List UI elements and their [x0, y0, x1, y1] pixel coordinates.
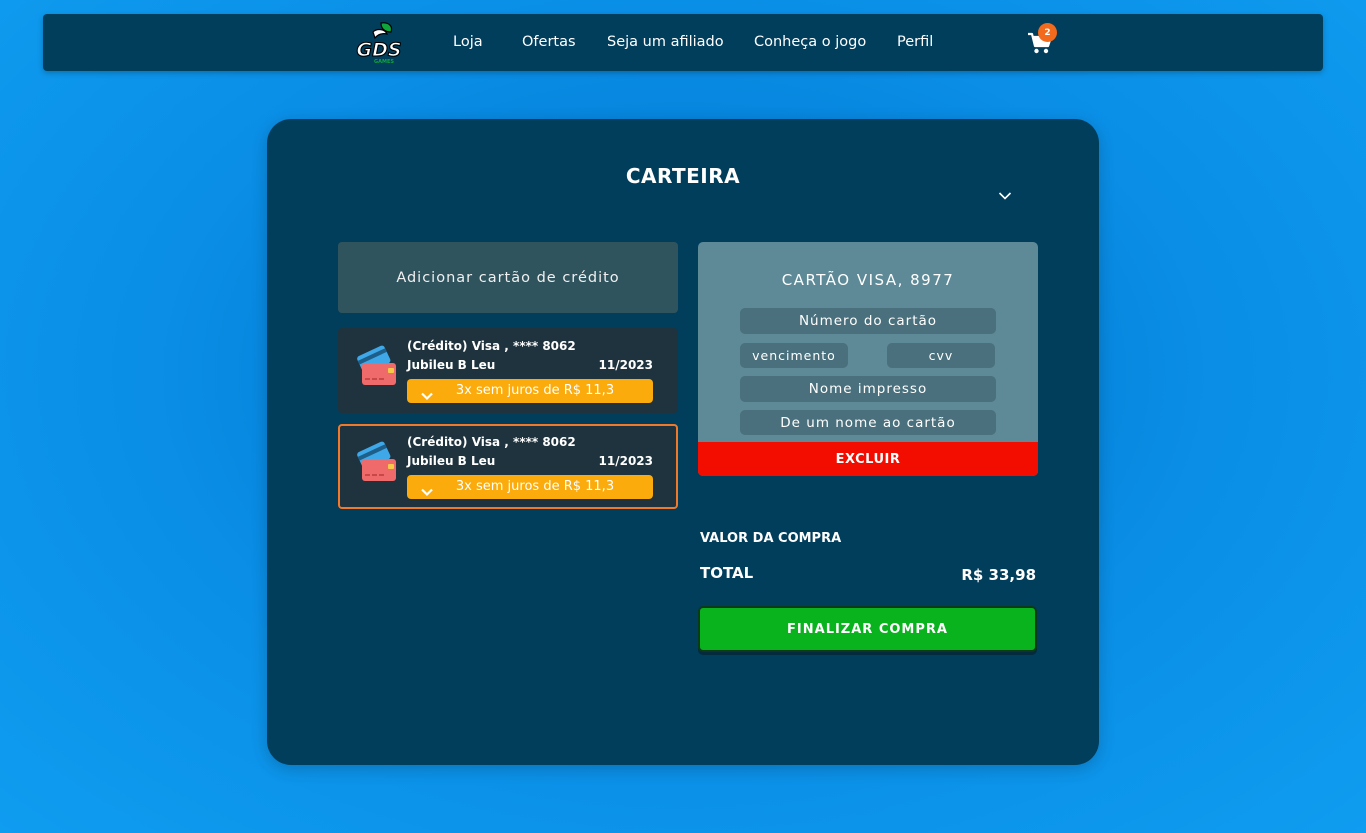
wallet-panel: CARTEIRA Adicionar cartão de crédito (Cr…	[267, 119, 1099, 765]
total-label: TOTAL	[700, 564, 754, 582]
delete-card-button[interactable]: EXCLUIR	[698, 442, 1038, 476]
add-credit-card-button[interactable]: Adicionar cartão de crédito	[338, 242, 678, 313]
cart-count-badge: 2	[1038, 23, 1057, 42]
logo-subtext: GAMES	[374, 59, 394, 65]
edit-card-form: CARTÃO VISA, 8977 EXCLUIR	[698, 242, 1038, 476]
cvv-input[interactable]	[887, 343, 995, 368]
expiry-input[interactable]	[740, 343, 848, 368]
card-holder: Jubileu B Leu	[407, 454, 496, 468]
chevron-down-icon[interactable]	[998, 186, 1012, 200]
card-title: (Crédito) Visa , **** 8062	[407, 339, 576, 353]
saved-card-item[interactable]: (Crédito) Visa , **** 8062 Jubileu B Leu…	[338, 328, 678, 413]
card-expiry: 11/2023	[598, 454, 653, 468]
top-navbar: GDS GAMES Loja Ofertas Seja um afiliado …	[43, 14, 1323, 71]
total-value: R$ 33,98	[961, 566, 1036, 584]
nav-link-ofertas[interactable]: Ofertas	[522, 34, 576, 50]
installment-select[interactable]: 3x sem juros de R$ 11,3	[407, 475, 653, 499]
purchase-value-label: VALOR DA COMPRA	[700, 531, 842, 546]
card-holder: Jubileu B Leu	[407, 358, 496, 372]
finalize-purchase-button[interactable]: FINALIZAR COMPRA	[698, 606, 1037, 652]
installment-select[interactable]: 3x sem juros de R$ 11,3	[407, 379, 653, 403]
installment-label: 3x sem juros de R$ 11,3	[455, 479, 615, 494]
saved-card-item-selected[interactable]: (Crédito) Visa , **** 8062 Jubileu B Leu…	[338, 424, 678, 509]
credit-card-icon	[356, 440, 398, 482]
nav-link-conheca-jogo[interactable]: Conheça o jogo	[754, 34, 866, 50]
wallet-title: CARTEIRA	[625, 164, 741, 188]
nav-link-loja[interactable]: Loja	[453, 34, 483, 50]
gds-games-logo[interactable]: GDS GAMES	[351, 20, 407, 66]
card-title: (Crédito) Visa , **** 8062	[407, 435, 576, 449]
nav-link-perfil[interactable]: Perfil	[897, 34, 933, 50]
card-nickname-input[interactable]	[740, 410, 996, 435]
logo-text: GDS	[356, 39, 401, 61]
edit-card-title: CARTÃO VISA, 8977	[781, 271, 955, 289]
nav-link-afiliado[interactable]: Seja um afiliado	[607, 34, 724, 50]
installment-label: 3x sem juros de R$ 11,3	[455, 383, 615, 398]
card-expiry: 11/2023	[598, 358, 653, 372]
printed-name-input[interactable]	[740, 376, 996, 402]
card-number-input[interactable]	[740, 308, 996, 334]
credit-card-icon	[356, 344, 398, 386]
